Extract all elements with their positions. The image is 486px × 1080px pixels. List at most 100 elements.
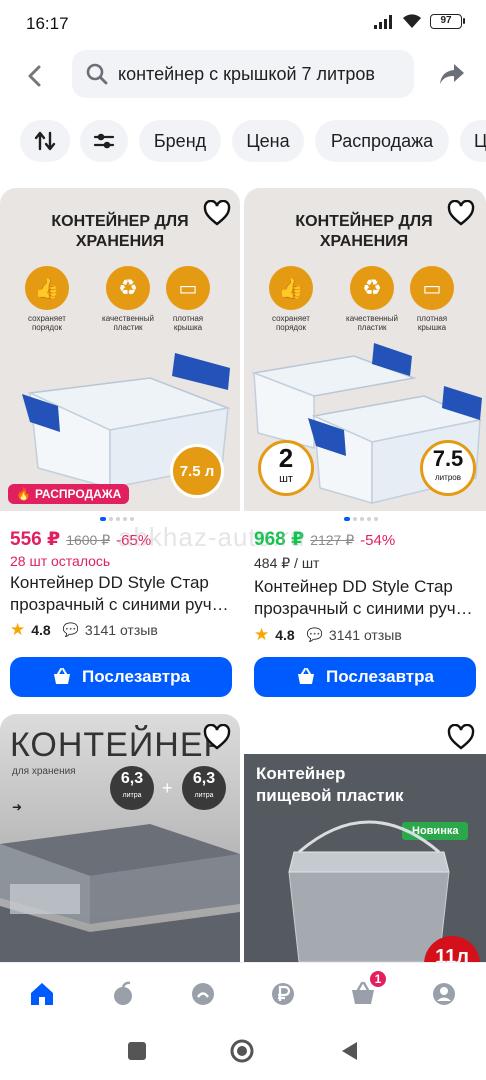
status-time: 16:17 xyxy=(26,14,69,33)
recent-apps-button[interactable] xyxy=(124,1038,150,1064)
system-navigation-bar xyxy=(0,1022,486,1080)
add-to-cart-button[interactable]: Послезавтра xyxy=(254,657,476,697)
star-icon: ★ xyxy=(10,620,26,639)
volume-badge: 6,3 литра xyxy=(110,766,154,810)
feature-item: 👍 сохраняет порядок xyxy=(18,266,76,332)
product-title[interactable]: Контейнер DD Style Стар прозрачный с син… xyxy=(10,572,236,616)
status-icons: 97 xyxy=(374,14,465,29)
favorite-button[interactable] xyxy=(446,722,476,752)
filter-chip-sale[interactable]: Распродажа xyxy=(315,120,449,162)
triangle-back-icon xyxy=(342,1042,357,1060)
old-price: 2127 ₽ xyxy=(310,532,355,548)
bag-icon xyxy=(192,983,214,1005)
nav-profile[interactable] xyxy=(427,977,461,1011)
product-image[interactable]: КОНТЕЙНЕР ДЛЯ ХРАНЕНИЯ 👍 сохраняет поряд… xyxy=(0,188,240,511)
cart-icon xyxy=(54,668,71,684)
discount: -54% xyxy=(360,532,396,549)
chevron-left-icon xyxy=(28,65,41,87)
product-card[interactable]: Контейнер пищевой пластик Новинка 11л xyxy=(244,714,486,962)
image-carousel-dots xyxy=(344,517,378,521)
ruble-icon xyxy=(272,983,294,1005)
back-nav-button[interactable] xyxy=(336,1038,362,1064)
add-to-cart-button[interactable]: Послезавтра xyxy=(10,657,232,697)
image-subheading: для хранения xyxy=(12,766,76,777)
feature-item: 👍 сохраняет порядок xyxy=(262,266,320,332)
favorite-button[interactable] xyxy=(202,198,232,228)
filter-chip-more[interactable]: Ц xyxy=(460,120,486,162)
product-card[interactable]: КОНТЕЙНЕР для хранения ➜ 6,3 литра + 6,3… xyxy=(0,714,240,962)
profile-icon xyxy=(433,983,455,1005)
product-card[interactable]: КОНТЕЙНЕР ДЛЯ ХРАНЕНИЯ 👍 сохраняет поряд… xyxy=(0,188,240,708)
search-header: контейнер с крышкой 7 литров xyxy=(0,48,486,104)
count-badge: 2 шт xyxy=(258,440,314,496)
filter-chips: Бренд Цена Распродажа Ц xyxy=(0,120,486,164)
feature-item: ♻ качественный пластик xyxy=(335,266,409,332)
nav-cart[interactable]: 1 xyxy=(346,969,388,1011)
nav-finance[interactable] xyxy=(266,977,300,1011)
volume-badge: 7.5 литров xyxy=(420,440,476,496)
battery-icon: 97 xyxy=(430,14,465,29)
product-card[interactable]: КОНТЕЙНЕР ДЛЯ ХРАНЕНИЯ 👍 сохраняет поряд… xyxy=(244,188,486,708)
thumbs-up-icon: 👍 xyxy=(25,266,69,310)
filters-button[interactable] xyxy=(80,120,128,162)
unit-price: 484 ₽ / шт xyxy=(254,555,320,571)
price: 556 ₽ xyxy=(10,529,61,550)
home-button[interactable] xyxy=(229,1038,255,1064)
home-icon xyxy=(31,983,53,1005)
share-icon xyxy=(440,64,464,84)
back-button[interactable] xyxy=(18,60,50,92)
volume-badge: 7.5 л xyxy=(170,444,224,498)
recycle-icon: ♻ xyxy=(350,266,394,310)
arrow-icon: ➜ xyxy=(12,800,23,814)
comment-icon: 💬 xyxy=(306,627,323,642)
search-icon xyxy=(86,63,108,85)
cart-icon xyxy=(298,668,315,684)
square-icon xyxy=(128,1042,146,1060)
product-title[interactable]: Контейнер DD Style Стар прозрачный с син… xyxy=(254,576,480,620)
status-bar: 16:17 97 xyxy=(0,0,486,48)
thumbs-up-icon: 👍 xyxy=(269,266,313,310)
product-image[interactable]: КОНТЕЙНЕР ДЛЯ ХРАНЕНИЯ 👍 сохраняет поряд… xyxy=(244,188,486,511)
old-price: 1600 ₽ xyxy=(66,532,111,548)
circle-icon xyxy=(230,1039,254,1063)
wifi-icon xyxy=(403,14,421,28)
recycle-icon: ♻ xyxy=(106,266,150,310)
search-input[interactable]: контейнер с крышкой 7 литров xyxy=(72,50,414,98)
cart-badge: 1 xyxy=(368,969,388,989)
nav-promo[interactable] xyxy=(186,977,220,1011)
sort-icon xyxy=(34,131,56,151)
stock-left: 28 шт осталось xyxy=(10,553,111,569)
rating: ★ 4.8 💬 3141 отзыв xyxy=(254,625,402,644)
search-query: контейнер с крышкой 7 литров xyxy=(118,63,375,84)
share-button[interactable] xyxy=(436,58,468,90)
volume-badge: 6,3 литра xyxy=(182,766,226,810)
image-subheading: пищевой пластик xyxy=(256,786,404,805)
nav-home[interactable] xyxy=(25,977,59,1011)
sort-button[interactable] xyxy=(20,120,70,162)
favorite-button[interactable] xyxy=(446,198,476,228)
feature-item: ♻ качественный пластик xyxy=(91,266,165,332)
heart-icon xyxy=(447,724,475,750)
fire-icon: 🔥 xyxy=(16,487,31,501)
heart-icon xyxy=(447,200,475,226)
image-heading: КОНТЕЙНЕР ДЛЯ ХРАНЕНИЯ xyxy=(51,213,189,250)
filter-chip-price[interactable]: Цена xyxy=(232,120,304,162)
sliders-icon xyxy=(93,133,115,149)
nav-fresh[interactable] xyxy=(106,977,140,1011)
sale-badge: 🔥 РАСПРОДАЖА xyxy=(8,484,130,504)
rating: ★ 4.8 💬 3141 отзыв xyxy=(10,620,158,639)
signal-icon xyxy=(374,14,392,29)
star-icon: ★ xyxy=(254,625,270,644)
feature-item: ▭ плотная крышка xyxy=(404,266,460,332)
container-illustration xyxy=(0,824,240,962)
filter-chip-brand[interactable]: Бренд xyxy=(139,120,221,162)
bottom-navigation: 1 xyxy=(0,962,486,1022)
favorite-button[interactable] xyxy=(202,722,232,752)
feature-item: ▭ плотная крышка xyxy=(160,266,216,332)
apple-icon xyxy=(114,981,132,1005)
comment-icon: 💬 xyxy=(62,622,79,637)
image-heading: КОНТЕЙНЕР xyxy=(10,726,228,764)
box-icon: ▭ xyxy=(410,266,454,310)
image-heading: Контейнер xyxy=(256,764,346,783)
box-icon: ▭ xyxy=(166,266,210,310)
